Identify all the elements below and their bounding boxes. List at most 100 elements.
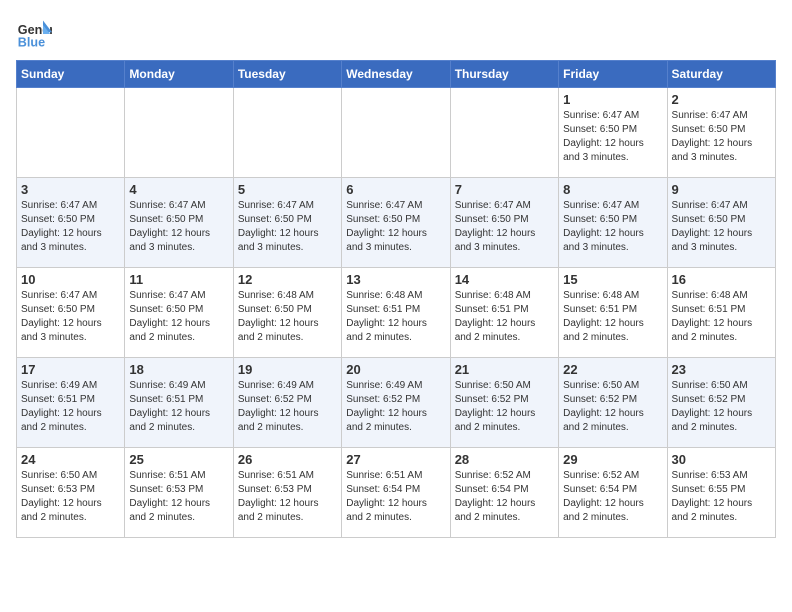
day-number: 14	[455, 272, 554, 287]
calendar-cell	[450, 88, 558, 178]
calendar-cell: 8 Sunrise: 6:47 AM Sunset: 6:50 PM Daylig…	[559, 178, 667, 268]
calendar-row: 1 Sunrise: 6:47 AM Sunset: 6:50 PM Daylig…	[17, 88, 776, 178]
weekday-header-thursday: Thursday	[450, 61, 558, 88]
day-number: 4	[129, 182, 228, 197]
calendar-cell: 22 Sunrise: 6:50 AM Sunset: 6:52 PM Dayli…	[559, 358, 667, 448]
weekday-header-monday: Monday	[125, 61, 233, 88]
day-number: 24	[21, 452, 120, 467]
day-number: 22	[563, 362, 662, 377]
day-info: Sunrise: 6:53 AM Sunset: 6:55 PM Dayligh…	[672, 469, 771, 525]
calendar-cell: 20Sunrise: 6:49 AM Sunset: 6:52 PM Dayli…	[342, 358, 450, 448]
svg-text:Blue: Blue	[18, 36, 45, 50]
calendar-row: 10Sunrise: 6:47 AM Sunset: 6:50 PM Dayli…	[17, 268, 776, 358]
calendar-cell: 21 Sunrise: 6:50 AM Sunset: 6:52 PM Dayli…	[450, 358, 558, 448]
day-number: 17	[21, 362, 120, 377]
day-info: Sunrise: 6:48 AM Sunset: 6:51 PM Dayligh…	[563, 289, 662, 345]
day-info: Sunrise: 6:50 AM Sunset: 6:52 PM Dayligh…	[672, 379, 771, 435]
day-info: Sunrise: 6:50 AM Sunset: 6:52 PM Dayligh…	[455, 379, 554, 435]
day-info: Sunrise: 6:50 AM Sunset: 6:53 PM Dayligh…	[21, 469, 120, 525]
day-info: Sunrise: 6:52 AM Sunset: 6:54 PM Dayligh…	[563, 469, 662, 525]
calendar-cell	[233, 88, 341, 178]
day-number: 26	[238, 452, 337, 467]
calendar-cell: 16Sunrise: 6:48 AM Sunset: 6:51 PM Dayli…	[667, 268, 775, 358]
calendar-cell: 10Sunrise: 6:47 AM Sunset: 6:50 PM Dayli…	[17, 268, 125, 358]
day-number: 19	[238, 362, 337, 377]
day-info: Sunrise: 6:48 AM Sunset: 6:51 PM Dayligh…	[455, 289, 554, 345]
day-number: 20	[346, 362, 445, 377]
day-info: Sunrise: 6:48 AM Sunset: 6:51 PM Dayligh…	[672, 289, 771, 345]
day-number: 3	[21, 182, 120, 197]
calendar-cell: 18Sunrise: 6:49 AM Sunset: 6:51 PM Dayli…	[125, 358, 233, 448]
calendar: SundayMondayTuesdayWednesdayThursdayFrid…	[16, 60, 776, 538]
calendar-cell	[17, 88, 125, 178]
day-info: Sunrise: 6:49 AM Sunset: 6:52 PM Dayligh…	[238, 379, 337, 435]
day-number: 8	[563, 182, 662, 197]
day-number: 2	[672, 92, 771, 107]
weekday-header-friday: Friday	[559, 61, 667, 88]
logo: General Blue	[16, 16, 52, 52]
day-number: 7	[455, 182, 554, 197]
calendar-cell: 2 Sunrise: 6:47 AM Sunset: 6:50 PM Daylig…	[667, 88, 775, 178]
calendar-cell: 7 Sunrise: 6:47 AM Sunset: 6:50 PM Daylig…	[450, 178, 558, 268]
calendar-cell: 1 Sunrise: 6:47 AM Sunset: 6:50 PM Daylig…	[559, 88, 667, 178]
weekday-header-wednesday: Wednesday	[342, 61, 450, 88]
day-number: 21	[455, 362, 554, 377]
logo-icon: General Blue	[16, 16, 52, 52]
calendar-cell: 30 Sunrise: 6:53 AM Sunset: 6:55 PM Dayli…	[667, 448, 775, 538]
calendar-cell: 11Sunrise: 6:47 AM Sunset: 6:50 PM Dayli…	[125, 268, 233, 358]
day-info: Sunrise: 6:50 AM Sunset: 6:52 PM Dayligh…	[563, 379, 662, 435]
day-number: 30	[672, 452, 771, 467]
weekday-header-row: SundayMondayTuesdayWednesdayThursdayFrid…	[17, 61, 776, 88]
day-info: Sunrise: 6:47 AM Sunset: 6:50 PM Dayligh…	[346, 199, 445, 255]
calendar-cell: 19 Sunrise: 6:49 AM Sunset: 6:52 PM Dayli…	[233, 358, 341, 448]
calendar-row: 17 Sunrise: 6:49 AM Sunset: 6:51 PM Dayli…	[17, 358, 776, 448]
day-number: 13	[346, 272, 445, 287]
day-number: 23	[672, 362, 771, 377]
day-number: 15	[563, 272, 662, 287]
calendar-row: 3 Sunrise: 6:47 AM Sunset: 6:50 PM Daylig…	[17, 178, 776, 268]
calendar-cell: 15 Sunrise: 6:48 AM Sunset: 6:51 PM Dayli…	[559, 268, 667, 358]
day-info: Sunrise: 6:47 AM Sunset: 6:50 PM Dayligh…	[672, 199, 771, 255]
calendar-cell: 5 Sunrise: 6:47 AM Sunset: 6:50 PM Daylig…	[233, 178, 341, 268]
weekday-header-tuesday: Tuesday	[233, 61, 341, 88]
weekday-header-sunday: Sunday	[17, 61, 125, 88]
day-number: 25	[129, 452, 228, 467]
calendar-cell: 27 Sunrise: 6:51 AM Sunset: 6:54 PM Dayli…	[342, 448, 450, 538]
day-info: Sunrise: 6:51 AM Sunset: 6:53 PM Dayligh…	[129, 469, 228, 525]
day-info: Sunrise: 6:52 AM Sunset: 6:54 PM Dayligh…	[455, 469, 554, 525]
calendar-cell	[342, 88, 450, 178]
day-info: Sunrise: 6:48 AM Sunset: 6:51 PM Dayligh…	[346, 289, 445, 345]
day-number: 28	[455, 452, 554, 467]
day-number: 9	[672, 182, 771, 197]
calendar-cell	[125, 88, 233, 178]
day-number: 1	[563, 92, 662, 107]
day-info: Sunrise: 6:47 AM Sunset: 6:50 PM Dayligh…	[672, 109, 771, 165]
day-info: Sunrise: 6:47 AM Sunset: 6:50 PM Dayligh…	[238, 199, 337, 255]
day-info: Sunrise: 6:47 AM Sunset: 6:50 PM Dayligh…	[563, 109, 662, 165]
day-info: Sunrise: 6:47 AM Sunset: 6:50 PM Dayligh…	[129, 199, 228, 255]
calendar-cell: 3Sunrise: 6:47 AM Sunset: 6:50 PM Daylig…	[17, 178, 125, 268]
calendar-cell: 14 Sunrise: 6:48 AM Sunset: 6:51 PM Dayli…	[450, 268, 558, 358]
day-number: 5	[238, 182, 337, 197]
calendar-cell: 6 Sunrise: 6:47 AM Sunset: 6:50 PM Daylig…	[342, 178, 450, 268]
day-number: 12	[238, 272, 337, 287]
day-info: Sunrise: 6:47 AM Sunset: 6:50 PM Dayligh…	[21, 289, 120, 345]
weekday-header-saturday: Saturday	[667, 61, 775, 88]
calendar-cell: 28 Sunrise: 6:52 AM Sunset: 6:54 PM Dayli…	[450, 448, 558, 538]
day-info: Sunrise: 6:49 AM Sunset: 6:51 PM Dayligh…	[21, 379, 120, 435]
day-info: Sunrise: 6:47 AM Sunset: 6:50 PM Dayligh…	[129, 289, 228, 345]
day-info: Sunrise: 6:47 AM Sunset: 6:50 PM Dayligh…	[563, 199, 662, 255]
day-number: 6	[346, 182, 445, 197]
calendar-row: 24 Sunrise: 6:50 AM Sunset: 6:53 PM Dayli…	[17, 448, 776, 538]
day-info: Sunrise: 6:51 AM Sunset: 6:53 PM Dayligh…	[238, 469, 337, 525]
calendar-cell: 9 Sunrise: 6:47 AM Sunset: 6:50 PM Daylig…	[667, 178, 775, 268]
day-info: Sunrise: 6:48 AM Sunset: 6:50 PM Dayligh…	[238, 289, 337, 345]
day-info: Sunrise: 6:51 AM Sunset: 6:54 PM Dayligh…	[346, 469, 445, 525]
calendar-cell: 13 Sunrise: 6:48 AM Sunset: 6:51 PM Dayli…	[342, 268, 450, 358]
day-info: Sunrise: 6:47 AM Sunset: 6:50 PM Dayligh…	[455, 199, 554, 255]
calendar-cell: 26 Sunrise: 6:51 AM Sunset: 6:53 PM Dayli…	[233, 448, 341, 538]
day-number: 27	[346, 452, 445, 467]
calendar-cell: 24 Sunrise: 6:50 AM Sunset: 6:53 PM Dayli…	[17, 448, 125, 538]
header: General Blue	[16, 16, 776, 52]
day-info: Sunrise: 6:49 AM Sunset: 6:51 PM Dayligh…	[129, 379, 228, 435]
